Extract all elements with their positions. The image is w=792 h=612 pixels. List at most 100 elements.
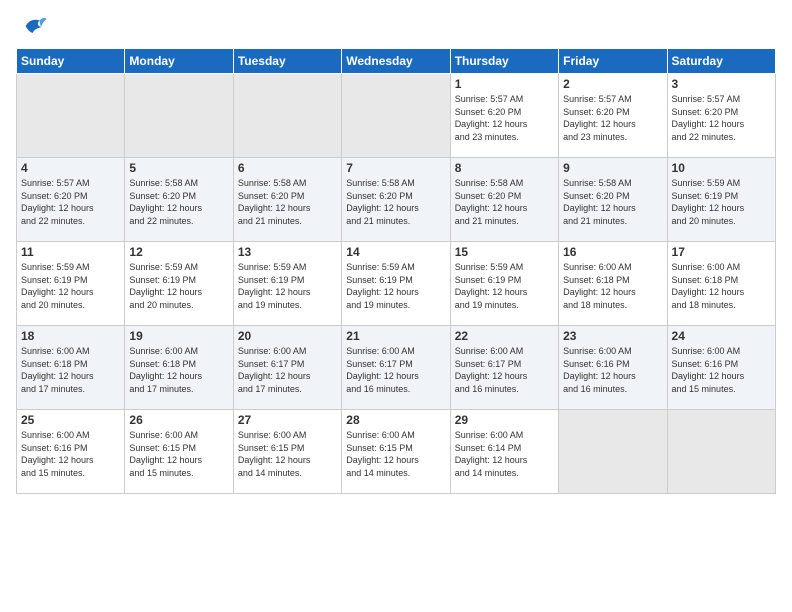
day-number: 27 <box>238 413 337 427</box>
day-number: 11 <box>21 245 120 259</box>
cell-content: Sunrise: 5:58 AM Sunset: 6:20 PM Dayligh… <box>563 177 662 227</box>
calendar-cell <box>559 410 667 494</box>
day-number: 9 <box>563 161 662 175</box>
day-number: 2 <box>563 77 662 91</box>
logo <box>16 16 48 40</box>
cell-content: Sunrise: 6:00 AM Sunset: 6:17 PM Dayligh… <box>238 345 337 395</box>
cell-content: Sunrise: 6:00 AM Sunset: 6:14 PM Dayligh… <box>455 429 554 479</box>
calendar-week-row: 4 Sunrise: 5:57 AM Sunset: 6:20 PM Daylig… <box>17 158 776 242</box>
calendar-cell <box>667 410 775 494</box>
calendar-cell: 1 Sunrise: 5:57 AM Sunset: 6:20 PM Daylig… <box>450 74 558 158</box>
cell-content: Sunrise: 5:57 AM Sunset: 6:20 PM Dayligh… <box>672 93 771 143</box>
cell-content: Sunrise: 5:59 AM Sunset: 6:19 PM Dayligh… <box>346 261 445 311</box>
calendar-cell: 16Sunrise: 6:00 AM Sunset: 6:18 PM Dayli… <box>559 242 667 326</box>
day-number: 13 <box>238 245 337 259</box>
page-header <box>16 16 776 40</box>
cell-content: Sunrise: 5:57 AM Sunset: 6:20 PM Dayligh… <box>21 177 120 227</box>
cell-content: Sunrise: 5:57 AM Sunset: 6:20 PM Dayligh… <box>455 93 554 143</box>
day-number: 4 <box>21 161 120 175</box>
calendar-week-row: 25 Sunrise: 6:00 AM Sunset: 6:16 PM Dayli… <box>17 410 776 494</box>
calendar-week-row: 1 Sunrise: 5:57 AM Sunset: 6:20 PM Daylig… <box>17 74 776 158</box>
calendar-header-friday: Friday <box>559 49 667 74</box>
day-number: 6 <box>238 161 337 175</box>
calendar-cell: 20 Sunrise: 6:00 AM Sunset: 6:17 PM Dayli… <box>233 326 341 410</box>
day-number: 7 <box>346 161 445 175</box>
calendar-header-thursday: Thursday <box>450 49 558 74</box>
day-number: 1 <box>455 77 554 91</box>
calendar-cell <box>233 74 341 158</box>
day-number: 22 <box>455 329 554 343</box>
calendar-cell: 24 Sunrise: 6:00 AM Sunset: 6:16 PM Dayli… <box>667 326 775 410</box>
cell-content: Sunrise: 6:00 AM Sunset: 6:15 PM Dayligh… <box>346 429 445 479</box>
cell-content: Sunrise: 6:00 AM Sunset: 6:17 PM Dayligh… <box>455 345 554 395</box>
cell-content: Sunrise: 5:58 AM Sunset: 6:20 PM Dayligh… <box>455 177 554 227</box>
day-number: 20 <box>238 329 337 343</box>
calendar-header-saturday: Saturday <box>667 49 775 74</box>
calendar-week-row: 18 Sunrise: 6:00 AM Sunset: 6:18 PM Dayli… <box>17 326 776 410</box>
calendar-cell: 15Sunrise: 5:59 AM Sunset: 6:19 PM Dayli… <box>450 242 558 326</box>
cell-content: Sunrise: 5:57 AM Sunset: 6:20 PM Dayligh… <box>563 93 662 143</box>
calendar-cell: 9 Sunrise: 5:58 AM Sunset: 6:20 PM Daylig… <box>559 158 667 242</box>
day-number: 26 <box>129 413 228 427</box>
calendar-cell: 17 Sunrise: 6:00 AM Sunset: 6:18 PM Dayli… <box>667 242 775 326</box>
cell-content: Sunrise: 6:00 AM Sunset: 6:15 PM Dayligh… <box>129 429 228 479</box>
day-number: 3 <box>672 77 771 91</box>
calendar-cell: 7 Sunrise: 5:58 AM Sunset: 6:20 PM Daylig… <box>342 158 450 242</box>
day-number: 28 <box>346 413 445 427</box>
cell-content: Sunrise: 6:00 AM Sunset: 6:16 PM Dayligh… <box>672 345 771 395</box>
calendar-cell: 5 Sunrise: 5:58 AM Sunset: 6:20 PM Daylig… <box>125 158 233 242</box>
calendar-cell: 6 Sunrise: 5:58 AM Sunset: 6:20 PM Daylig… <box>233 158 341 242</box>
day-number: 17 <box>672 245 771 259</box>
calendar-cell <box>125 74 233 158</box>
calendar-cell: 10 Sunrise: 5:59 AM Sunset: 6:19 PM Dayli… <box>667 158 775 242</box>
cell-content: Sunrise: 5:58 AM Sunset: 6:20 PM Dayligh… <box>346 177 445 227</box>
calendar-cell: 25 Sunrise: 6:00 AM Sunset: 6:16 PM Dayli… <box>17 410 125 494</box>
calendar-header-tuesday: Tuesday <box>233 49 341 74</box>
calendar-cell: 22 Sunrise: 6:00 AM Sunset: 6:17 PM Dayli… <box>450 326 558 410</box>
day-number: 10 <box>672 161 771 175</box>
day-number: 5 <box>129 161 228 175</box>
day-number: 14 <box>346 245 445 259</box>
calendar-cell: 8 Sunrise: 5:58 AM Sunset: 6:20 PM Daylig… <box>450 158 558 242</box>
day-number: 25 <box>21 413 120 427</box>
logo-bird-icon <box>20 12 48 40</box>
cell-content: Sunrise: 6:00 AM Sunset: 6:18 PM Dayligh… <box>563 261 662 311</box>
cell-content: Sunrise: 5:59 AM Sunset: 6:19 PM Dayligh… <box>129 261 228 311</box>
day-number: 24 <box>672 329 771 343</box>
cell-content: Sunrise: 5:58 AM Sunset: 6:20 PM Dayligh… <box>129 177 228 227</box>
day-number: 23 <box>563 329 662 343</box>
cell-content: Sunrise: 6:00 AM Sunset: 6:17 PM Dayligh… <box>346 345 445 395</box>
calendar-cell <box>342 74 450 158</box>
calendar-cell: 11 Sunrise: 5:59 AM Sunset: 6:19 PM Dayli… <box>17 242 125 326</box>
day-number: 18 <box>21 329 120 343</box>
day-number: 15 <box>455 245 554 259</box>
cell-content: Sunrise: 5:59 AM Sunset: 6:19 PM Dayligh… <box>672 177 771 227</box>
calendar-table: SundayMondayTuesdayWednesdayThursdayFrid… <box>16 48 776 494</box>
calendar-cell: 2 Sunrise: 5:57 AM Sunset: 6:20 PM Daylig… <box>559 74 667 158</box>
calendar-cell: 23 Sunrise: 6:00 AM Sunset: 6:16 PM Dayli… <box>559 326 667 410</box>
cell-content: Sunrise: 6:00 AM Sunset: 6:18 PM Dayligh… <box>21 345 120 395</box>
calendar-cell: 27 Sunrise: 6:00 AM Sunset: 6:15 PM Dayli… <box>233 410 341 494</box>
day-number: 8 <box>455 161 554 175</box>
day-number: 12 <box>129 245 228 259</box>
calendar-cell: 26 Sunrise: 6:00 AM Sunset: 6:15 PM Dayli… <box>125 410 233 494</box>
calendar-cell: 28 Sunrise: 6:00 AM Sunset: 6:15 PM Dayli… <box>342 410 450 494</box>
day-number: 19 <box>129 329 228 343</box>
cell-content: Sunrise: 6:00 AM Sunset: 6:15 PM Dayligh… <box>238 429 337 479</box>
cell-content: Sunrise: 5:59 AM Sunset: 6:19 PM Dayligh… <box>238 261 337 311</box>
cell-content: Sunrise: 5:59 AM Sunset: 6:19 PM Dayligh… <box>21 261 120 311</box>
calendar-cell: 18 Sunrise: 6:00 AM Sunset: 6:18 PM Dayli… <box>17 326 125 410</box>
day-number: 21 <box>346 329 445 343</box>
calendar-cell: 19Sunrise: 6:00 AM Sunset: 6:18 PM Dayli… <box>125 326 233 410</box>
calendar-header-monday: Monday <box>125 49 233 74</box>
calendar-header-wednesday: Wednesday <box>342 49 450 74</box>
calendar-cell: 29Sunrise: 6:00 AM Sunset: 6:14 PM Dayli… <box>450 410 558 494</box>
cell-content: Sunrise: 6:00 AM Sunset: 6:18 PM Dayligh… <box>672 261 771 311</box>
calendar-cell: 3 Sunrise: 5:57 AM Sunset: 6:20 PM Daylig… <box>667 74 775 158</box>
calendar-cell: 12 Sunrise: 5:59 AM Sunset: 6:19 PM Dayli… <box>125 242 233 326</box>
calendar-cell: 14 Sunrise: 5:59 AM Sunset: 6:19 PM Dayli… <box>342 242 450 326</box>
cell-content: Sunrise: 5:58 AM Sunset: 6:20 PM Dayligh… <box>238 177 337 227</box>
calendar-header-row: SundayMondayTuesdayWednesdayThursdayFrid… <box>17 49 776 74</box>
cell-content: Sunrise: 6:00 AM Sunset: 6:16 PM Dayligh… <box>563 345 662 395</box>
cell-content: Sunrise: 6:00 AM Sunset: 6:16 PM Dayligh… <box>21 429 120 479</box>
